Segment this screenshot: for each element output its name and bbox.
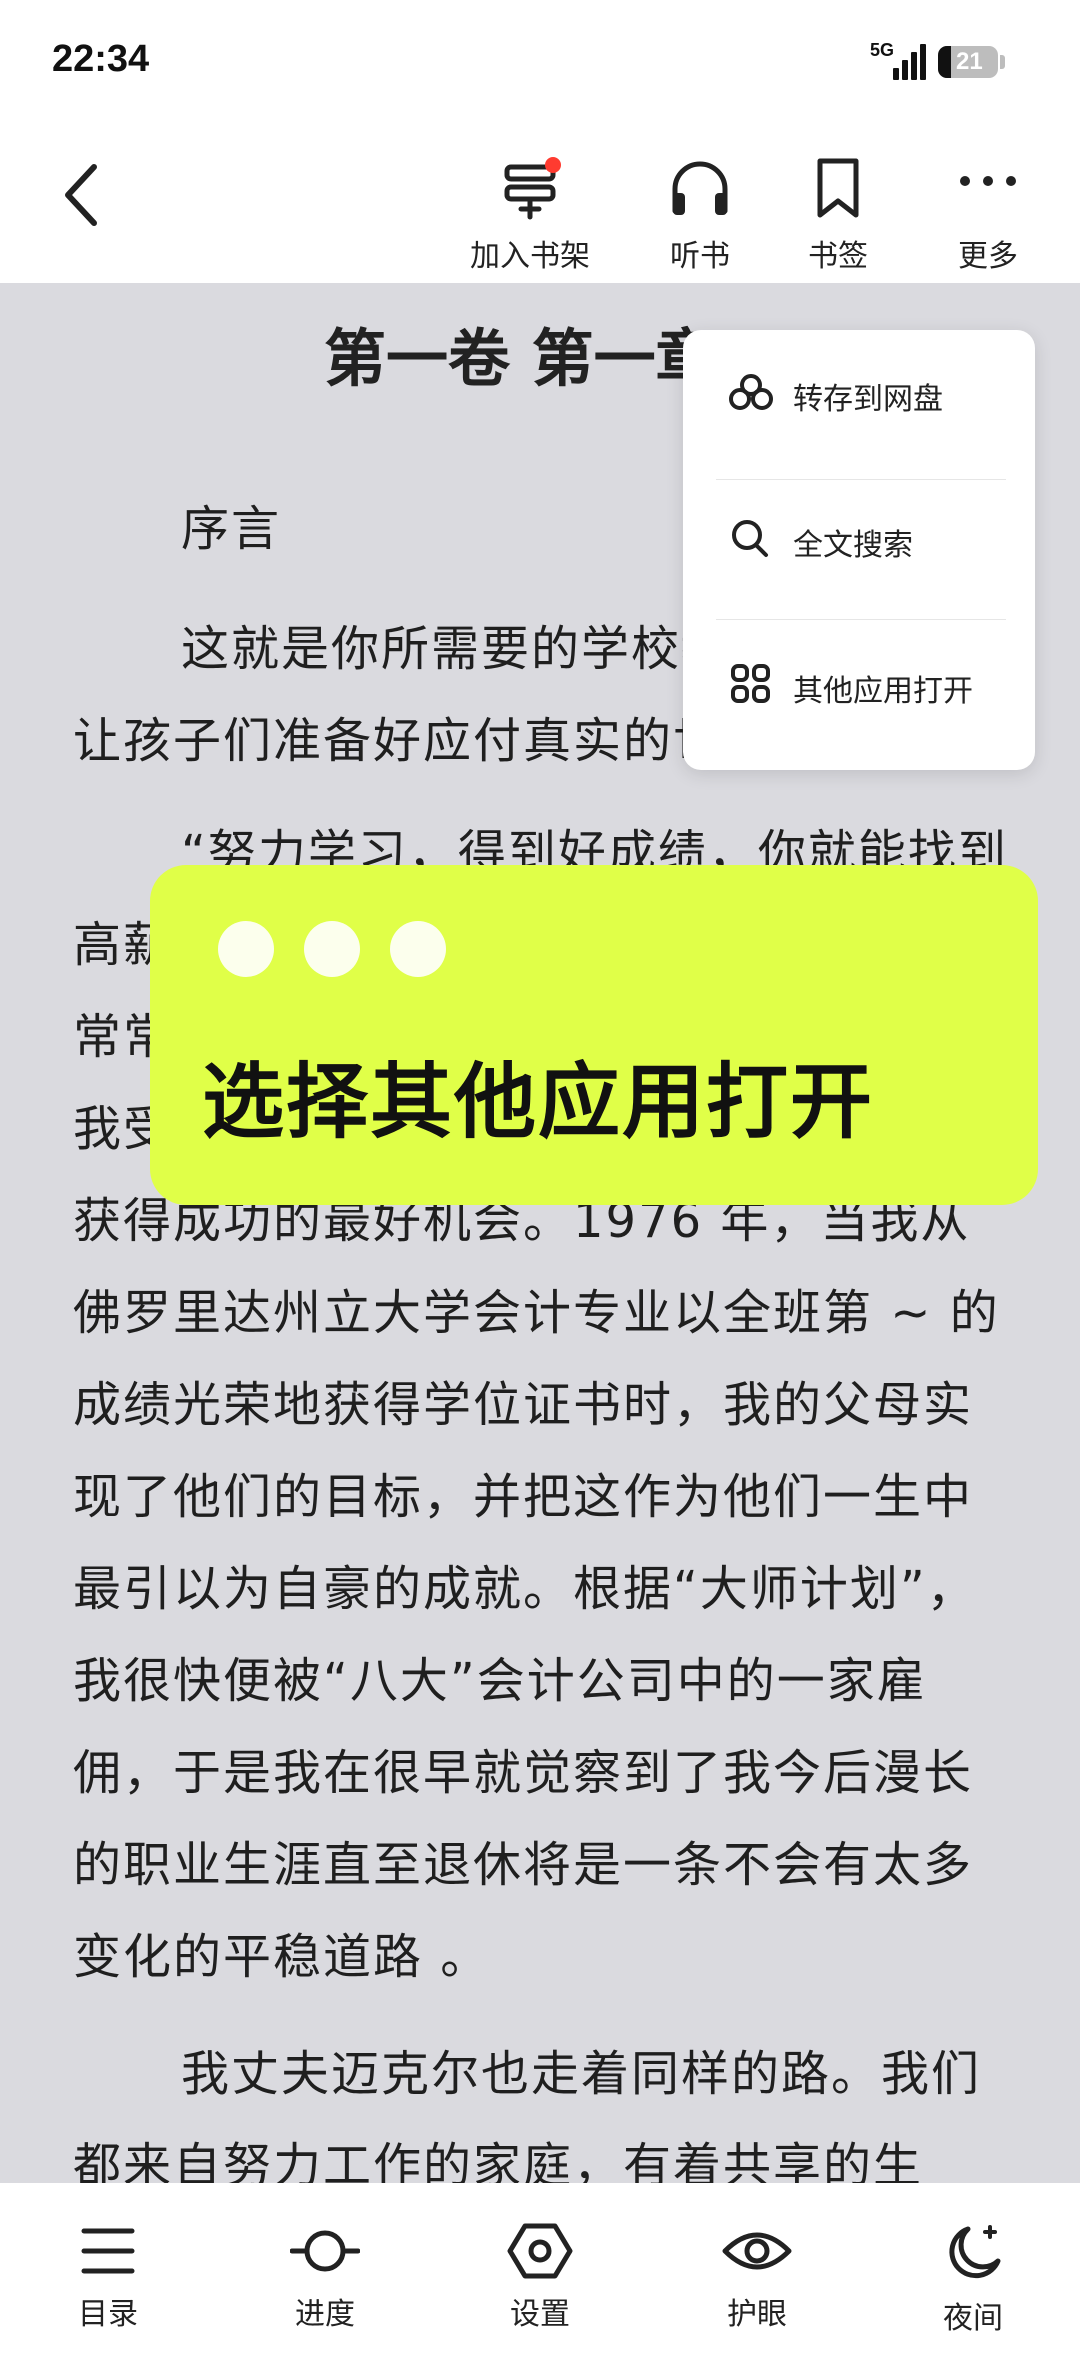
chapter-title: 第一卷 第一章: [324, 322, 718, 395]
listen-button[interactable]: 听书: [625, 155, 775, 275]
add-to-shelf-label: 加入书架: [470, 239, 590, 274]
menu-label: 其他应用打开: [793, 674, 973, 709]
search-icon: [732, 520, 768, 557]
more-label: 更多: [958, 239, 1018, 274]
caption-dot: [304, 921, 360, 977]
bookmark-icon: [817, 158, 859, 218]
menu-divider: [716, 619, 1006, 620]
more-dots-icon: [960, 176, 1016, 186]
headphones-icon: [672, 161, 728, 215]
network-type: 5G: [870, 40, 895, 60]
settings-label: 设置: [510, 2297, 570, 2332]
status-time: 22:34: [52, 38, 150, 80]
back-arrow-icon: [65, 164, 97, 226]
night-label: 夜间: [943, 2301, 1003, 2336]
settings-hexagon-icon: [507, 2223, 573, 2279]
battery-fill: [938, 46, 951, 78]
battery-icon: 21: [938, 46, 998, 78]
battery-level: 21: [956, 48, 983, 75]
progress-slider-icon: [290, 2230, 360, 2272]
reader-screen: 22:34 5G 21 加入书架 听书 书签 更多 第一卷 第一章 序言 这就是…: [0, 0, 1080, 2376]
menu-list-icon: [81, 2228, 135, 2274]
caption-dots: [218, 921, 478, 981]
caption-title: 选择其他应用打开: [202, 1055, 875, 1150]
paragraph: 我丈夫迈克尔也走着同样的路。我们都来自努力工作的家庭，有着共享的生: [73, 2046, 982, 2183]
menu-label: 转存到网盘: [793, 382, 943, 417]
menu-item-save-to-cloud[interactable]: 转存到网盘: [683, 330, 1035, 450]
menu-item-open-with-other-app[interactable]: 其他应用打开: [683, 622, 1035, 742]
add-to-shelf-icon: [504, 157, 561, 220]
more-menu: 转存到网盘 全文搜索 其他应用打开: [683, 330, 1035, 770]
reader-bottom-bar: 目录 进度 设置 护眼 夜间: [0, 2183, 1080, 2376]
add-to-shelf-button[interactable]: 加入书架: [455, 155, 605, 275]
cloud-drive-icon: [729, 374, 773, 410]
eye-icon: [722, 2232, 792, 2270]
progress-label: 进度: [295, 2297, 355, 2332]
back-button[interactable]: [50, 155, 120, 235]
tutorial-caption-card: 选择其他应用打开: [150, 865, 1038, 1205]
reader-toolbar: 加入书架 听书 书签 更多: [0, 125, 1080, 283]
eye-care-label: 护眼: [727, 2297, 787, 2332]
progress-button[interactable]: 进度: [255, 2223, 395, 2333]
settings-button[interactable]: 设置: [470, 2223, 610, 2333]
night-mode-button[interactable]: 夜间: [903, 2223, 1043, 2337]
contents-button[interactable]: 目录: [38, 2223, 178, 2333]
bookmark-button[interactable]: 书签: [763, 155, 913, 275]
bookmark-label: 书签: [808, 239, 868, 274]
eye-care-button[interactable]: 护眼: [687, 2223, 827, 2333]
status-bar: 22:34 5G 21: [0, 0, 1080, 125]
menu-label: 全文搜索: [793, 528, 913, 563]
caption-dot: [390, 921, 446, 977]
caption-dot: [218, 921, 274, 977]
contents-label: 目录: [78, 2297, 138, 2332]
apps-grid-icon: [731, 664, 770, 703]
signal-icon: [893, 44, 927, 80]
more-button[interactable]: 更多: [913, 155, 1063, 275]
menu-item-full-text-search[interactable]: 全文搜索: [683, 476, 1035, 596]
listen-label: 听书: [670, 239, 730, 274]
battery-tip: [1000, 55, 1005, 69]
moon-icon: [949, 2225, 1001, 2279]
